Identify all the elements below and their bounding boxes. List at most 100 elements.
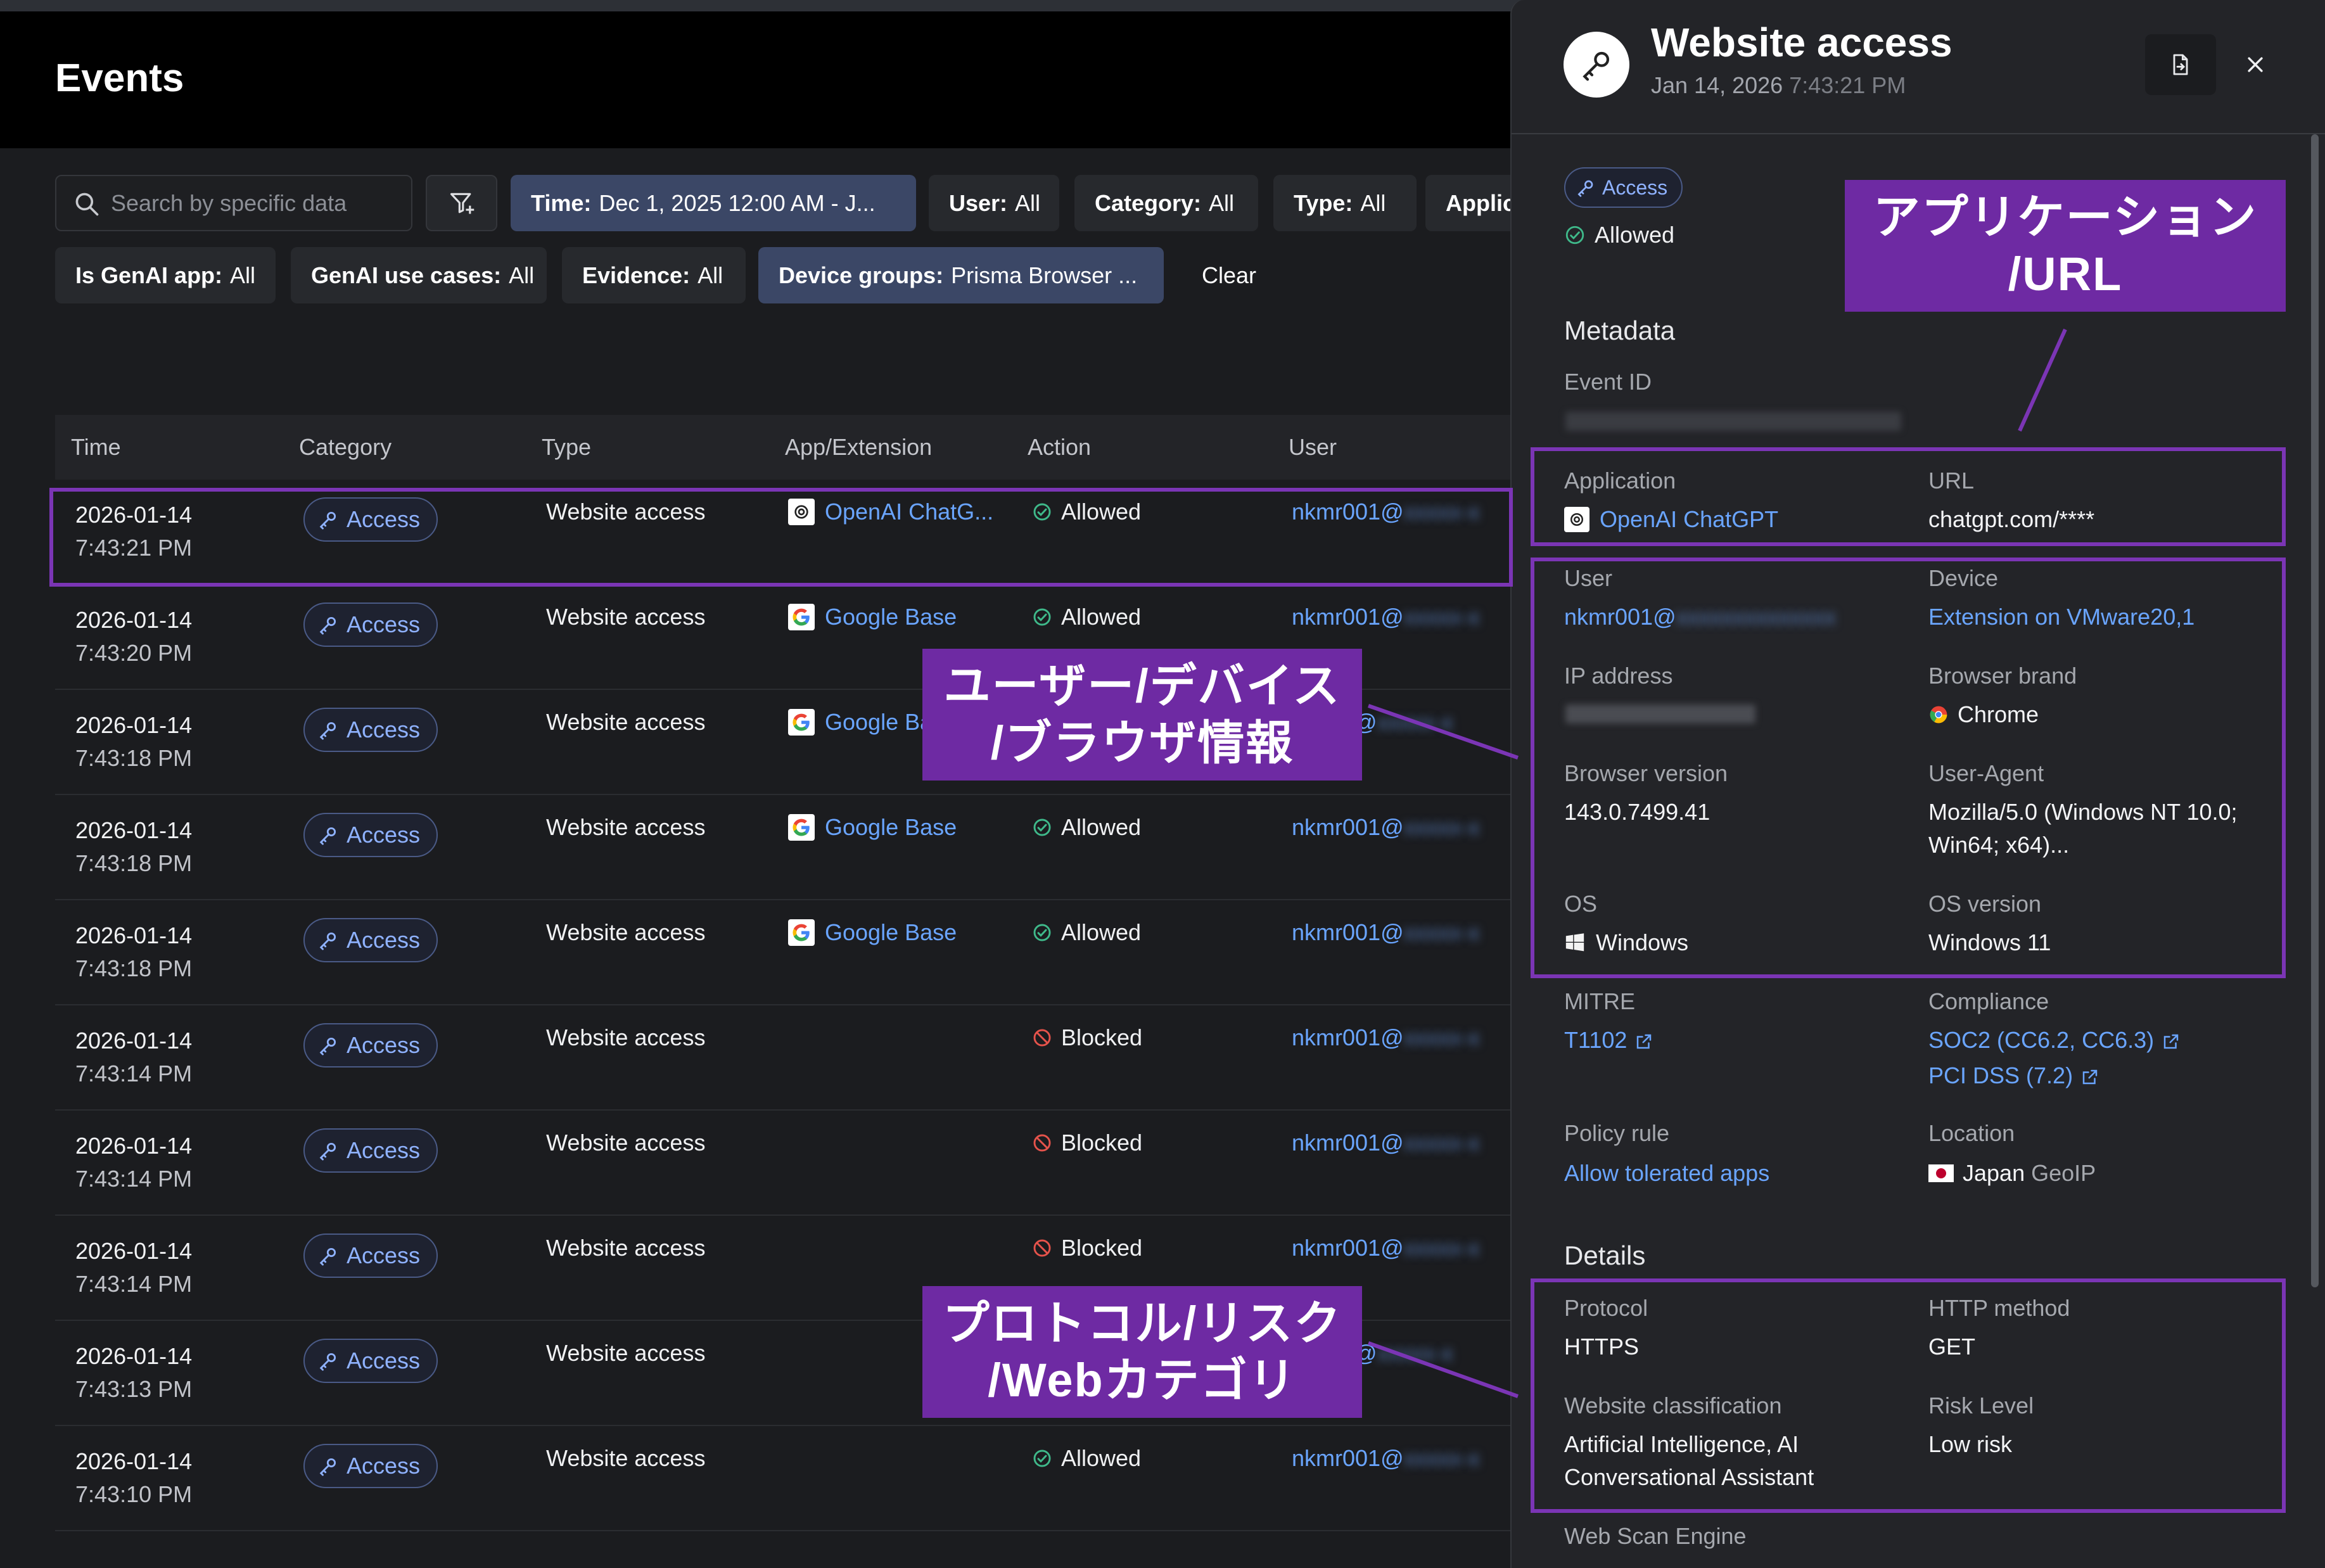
filter-chip-user[interactable]: User: All: [929, 175, 1059, 231]
user-link[interactable]: nkmr001@xxxxx-x: [1292, 1235, 1480, 1261]
top-strip: [0, 0, 1520, 11]
japan-flag-icon: [1928, 1164, 1954, 1182]
user-link[interactable]: nkmr001@xxxxx-x: [1292, 1445, 1480, 1472]
mitre-link[interactable]: T1102: [1564, 1024, 1653, 1057]
table-row[interactable]: 2026-01-14 7:43:14 PM Access Website access…: [55, 1005, 1520, 1111]
category-pill[interactable]: Access: [303, 708, 438, 752]
category-pill[interactable]: Access: [303, 1339, 438, 1383]
app-link[interactable]: Google Ba: [788, 709, 933, 736]
drawer-date: Jan 14, 2026: [1651, 72, 1783, 98]
blocked-icon: [1033, 1134, 1051, 1152]
table-row[interactable]: 2026-01-14 7:43:18 PM Access Website access…: [55, 900, 1520, 1005]
callout-application-url-line-2: /URL: [2008, 248, 2123, 300]
category-label: Access: [347, 611, 421, 637]
row-time: 7:43:14 PM: [75, 1061, 193, 1087]
filter-chip-time[interactable]: Time: Dec 1, 2025 12:00 AM - J...: [511, 175, 916, 231]
filter-chip-type[interactable]: Type: All: [1273, 175, 1417, 231]
export-button[interactable]: [2145, 34, 2216, 95]
metadata-heading: Metadata: [1564, 316, 1676, 345]
policy-rule-label: Policy rule: [1564, 1120, 1670, 1146]
filter-chip-genai-app[interactable]: Is GenAI app: All: [55, 247, 276, 303]
row-time: 7:43:14 PM: [75, 1271, 193, 1297]
filter-chip-evidence[interactable]: Evidence: All: [562, 247, 746, 303]
search-input[interactable]: [111, 188, 402, 219]
key-icon: [319, 616, 336, 635]
type-cell: Website access: [546, 709, 706, 735]
row-date: 2026-01-14: [75, 1133, 193, 1159]
callout-protocol-line-2: /Webカテゴリ: [988, 1354, 1297, 1406]
time-cell: 2026-01-14 7:43:14 PM: [75, 1235, 192, 1301]
check-circle-icon: [1033, 924, 1051, 941]
google-icon: [788, 919, 815, 946]
callout-protocol-line-1: プロトコル/リスク: [942, 1297, 1342, 1349]
category-pill[interactable]: Access: [303, 1444, 438, 1488]
column-header-user[interactable]: User: [1289, 434, 1337, 461]
filter-chip-device-groups[interactable]: Device groups: Prisma Browser ...: [758, 247, 1164, 303]
drawer-header: Website access Jan 14, 2026 7:43:21 PM: [1512, 0, 2325, 134]
details-heading: Details: [1564, 1240, 1646, 1270]
user-domain-redacted: xxxxx-x: [1403, 1445, 1480, 1471]
category-pill[interactable]: Access: [303, 1128, 438, 1173]
row-date: 2026-01-14: [75, 1448, 193, 1474]
row-time: 7:43:18 PM: [75, 955, 193, 981]
table-row[interactable]: 2026-01-14 7:43:10 PM Access Website access…: [55, 1426, 1520, 1531]
category-pill[interactable]: Access: [303, 918, 438, 962]
table-header: Time Category Type App/Extension Action …: [55, 415, 1520, 480]
category-pill[interactable]: Access: [303, 602, 438, 647]
status-label: Allowed: [1595, 222, 1675, 248]
check-circle-icon: [1033, 1450, 1051, 1467]
compliance-label: Compliance: [1928, 988, 2049, 1014]
table-row[interactable]: 2026-01-14 7:43:14 PM Access Website access…: [55, 1111, 1520, 1216]
action-label: Blocked: [1061, 1130, 1143, 1156]
user-link[interactable]: nkmr001@xxxxx-x: [1292, 604, 1480, 630]
user-link[interactable]: nkmr001@xxxxx-x: [1292, 919, 1480, 946]
app-link[interactable]: Google Base: [788, 919, 957, 946]
column-header-action[interactable]: Action: [1028, 434, 1091, 461]
callout-user-device-line-1: ユーザー/デバイス: [943, 660, 1341, 712]
app-link[interactable]: Google Base: [788, 814, 957, 841]
drawer-title: Website access: [1651, 20, 1952, 65]
action-label: Allowed: [1061, 604, 1142, 630]
user-link[interactable]: nkmr001@xxxxx-x: [1292, 814, 1480, 841]
location-value: Japan: [1963, 1160, 2025, 1186]
category-pill[interactable]: Access: [303, 1023, 438, 1068]
clear-filters-button[interactable]: Clear: [1202, 247, 1278, 303]
table-row[interactable]: 2026-01-14 7:43:18 PM Access Website access…: [55, 795, 1520, 900]
key-icon: [319, 1142, 336, 1161]
action-label: Allowed: [1061, 814, 1142, 840]
type-cell: Website access: [546, 604, 706, 630]
column-header-type[interactable]: Type: [542, 434, 591, 461]
user-label: nkmr001@: [1292, 814, 1404, 840]
app-label: Google Base: [825, 919, 957, 945]
page-title: Events: [55, 56, 184, 100]
user-link[interactable]: nkmr001@xxxxx-x: [1292, 1130, 1480, 1156]
google-icon: [788, 709, 815, 736]
compliance-pci-link[interactable]: PCI DSS (7.2): [1928, 1059, 2099, 1092]
app-label: Google Ba: [825, 709, 933, 735]
add-filter-button[interactable]: [426, 175, 497, 231]
user-link[interactable]: nkmr001@xxxxx-x: [1292, 1024, 1480, 1051]
category-label: Access: [347, 1348, 421, 1374]
row-date: 2026-01-14: [75, 607, 193, 633]
app-link[interactable]: Google Base: [788, 604, 957, 630]
filter-chip-application[interactable]: Applic: [1425, 175, 1520, 231]
compliance-soc2-link[interactable]: SOC2 (CC6.2, CC6.3): [1928, 1024, 2181, 1057]
category-pill[interactable]: Access: [303, 813, 438, 857]
column-header-time[interactable]: Time: [71, 434, 121, 461]
time-cell: 2026-01-14 7:43:18 PM: [75, 709, 192, 775]
search-box[interactable]: [55, 175, 412, 231]
category-pill[interactable]: Access: [303, 1233, 438, 1278]
status-allowed: Allowed: [1564, 222, 1674, 248]
location: Japan GeoIP: [1928, 1157, 2096, 1190]
user-label: nkmr001@: [1292, 1024, 1404, 1050]
callout-application-url: アプリケーション /URL: [1845, 180, 2286, 312]
close-button[interactable]: [2236, 46, 2274, 84]
filter-chip-genai-use-cases[interactable]: GenAI use cases: All: [291, 247, 547, 303]
column-header-app[interactable]: App/Extension: [785, 434, 932, 461]
user-domain-redacted: xxxxx-x: [1403, 814, 1480, 840]
drawer-scrollbar[interactable]: [2311, 134, 2319, 1287]
check-circle-icon: [1033, 819, 1051, 836]
filter-chip-category[interactable]: Category: All: [1074, 175, 1258, 231]
policy-rule-link[interactable]: Allow tolerated apps: [1564, 1157, 1769, 1190]
column-header-category[interactable]: Category: [299, 434, 392, 461]
